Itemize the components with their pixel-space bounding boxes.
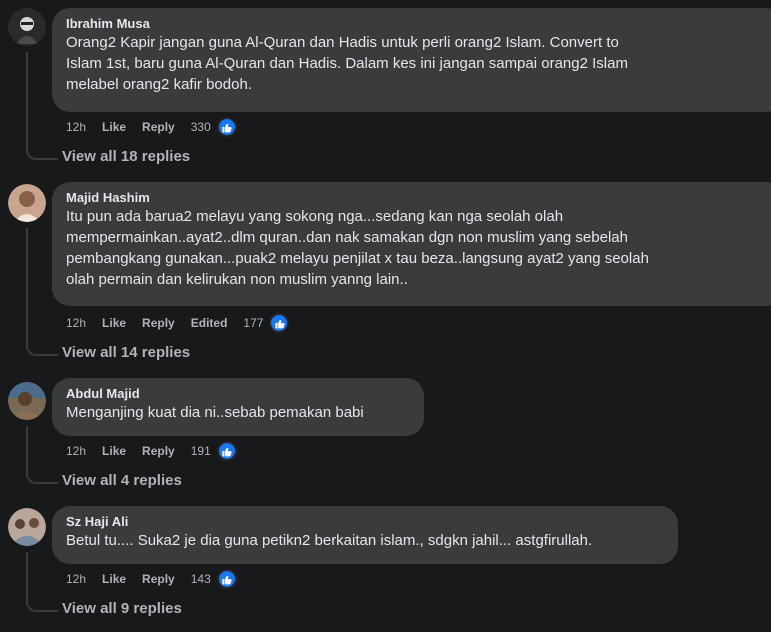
reply-button[interactable]: Reply	[142, 572, 175, 586]
comment-text-line: pembangkang gunakan...puak2 melayu penji…	[66, 250, 649, 267]
comment-text-line: Betul tu.... Suka2 je dia guna petikn2 b…	[66, 532, 593, 549]
reaction-count[interactable]: 177	[243, 316, 263, 330]
view-replies-link[interactable]: View all 18 replies	[62, 148, 190, 166]
thread-line	[26, 228, 28, 346]
comment-bubble: Majid Hashim Itu pun ada barua2 melayu y…	[52, 182, 771, 306]
thumbs-up-icon[interactable]	[216, 441, 237, 461]
thumbs-up-icon[interactable]	[269, 313, 290, 333]
thread-line	[26, 426, 28, 468]
thread-connector	[26, 596, 58, 612]
like-button[interactable]: Like	[102, 572, 126, 586]
thread-connector	[26, 144, 58, 160]
comment-text-line: Itu pun ada barua2 melayu yang sokong ng…	[66, 208, 564, 225]
avatar[interactable]	[8, 8, 46, 46]
comment-author[interactable]: Ibrahim Musa	[66, 16, 771, 32]
comment-actions: 12h Like Reply Edited 177	[66, 313, 305, 333]
comment-text-line: Menganjing kuat dia ni..sebab pemakan ba…	[66, 404, 364, 421]
comment-text-line: olah permain dan kelirukan non muslim ya…	[66, 271, 408, 288]
like-button[interactable]: Like	[102, 120, 126, 134]
comment-text-line: Islam 1st, baru guna Al-Quran dan Hadis.…	[66, 55, 628, 72]
comment-actions: 12h Like Reply 191	[66, 441, 253, 461]
comment-text-line: melabel orang2 kafir bodoh.	[66, 76, 252, 93]
reply-button[interactable]: Reply	[142, 120, 175, 134]
comment-timestamp[interactable]: 12h	[66, 316, 86, 330]
view-replies-link[interactable]: View all 9 replies	[62, 600, 182, 618]
thread-connector	[26, 340, 58, 356]
comment-bubble: Abdul Majid Menganjing kuat dia ni..seba…	[52, 378, 424, 436]
reply-button[interactable]: Reply	[142, 316, 175, 330]
view-replies-link[interactable]: View all 4 replies	[62, 472, 182, 490]
comment-bubble: Sz Haji Ali Betul tu.... Suka2 je dia gu…	[52, 506, 678, 564]
comment-author[interactable]: Abdul Majid	[66, 386, 412, 402]
reaction-count[interactable]: 191	[191, 444, 211, 458]
comment-bubble: Ibrahim Musa Orang2 Kapir jangan guna Al…	[52, 8, 771, 112]
comment-text-line: mempermainkan..ayat2..dlm quran..dan nak…	[66, 229, 628, 246]
comment-author[interactable]: Sz Haji Ali	[66, 514, 666, 530]
like-button[interactable]: Like	[102, 316, 126, 330]
thumbs-up-icon[interactable]	[216, 117, 237, 137]
like-button[interactable]: Like	[102, 444, 126, 458]
edited-label[interactable]: Edited	[191, 316, 228, 330]
avatar[interactable]	[8, 382, 46, 420]
reaction-count[interactable]: 143	[191, 572, 211, 586]
comment-actions: 12h Like Reply 330	[66, 117, 253, 137]
comment-timestamp[interactable]: 12h	[66, 572, 86, 586]
comment-text-line: Orang2 Kapir jangan guna Al-Quran dan Ha…	[66, 34, 619, 51]
thread-connector	[26, 468, 58, 484]
comment-actions: 12h Like Reply 143	[66, 569, 253, 589]
avatar[interactable]	[8, 184, 46, 222]
avatar[interactable]	[8, 508, 46, 546]
thread-line	[26, 52, 28, 146]
comment-timestamp[interactable]: 12h	[66, 444, 86, 458]
comment-author[interactable]: Majid Hashim	[66, 190, 771, 206]
reply-button[interactable]: Reply	[142, 444, 175, 458]
view-replies-link[interactable]: View all 14 replies	[62, 344, 190, 362]
comment-timestamp[interactable]: 12h	[66, 120, 86, 134]
reaction-count[interactable]: 330	[191, 120, 211, 134]
thumbs-up-icon[interactable]	[216, 569, 237, 589]
thread-line	[26, 552, 28, 596]
